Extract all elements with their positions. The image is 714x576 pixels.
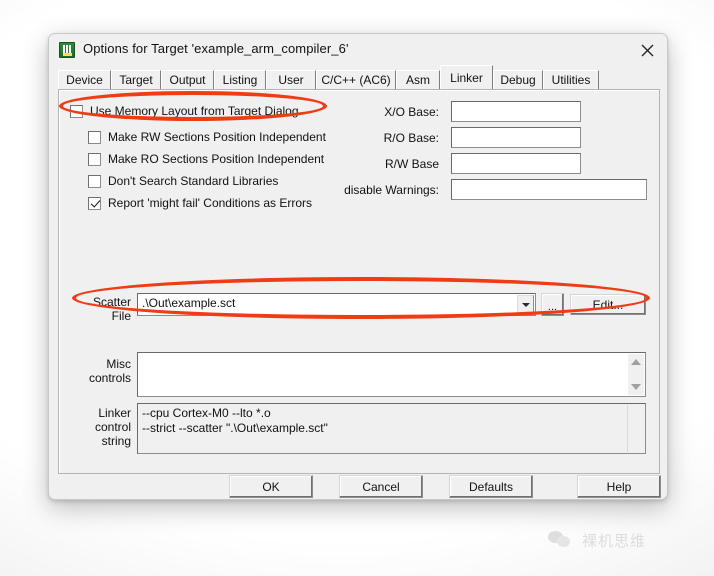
- label-ro-base: R/O Base:: [383, 131, 439, 145]
- linker-control-string-value: --cpu Cortex-M0 --lto *.o --strict --sca…: [142, 406, 328, 435]
- label-linker-control-string: Linker control string: [69, 406, 131, 448]
- label-xo-base: X/O Base:: [384, 105, 439, 119]
- checkbox-box[interactable]: [88, 196, 101, 210]
- checkbox-dont-search-standard-libraries[interactable]: Don't Search Standard Libraries: [88, 174, 278, 188]
- tab-label: Output: [169, 73, 206, 87]
- label-misc-controls-line2: controls: [88, 371, 131, 385]
- checkbox-make-ro-position-independent[interactable]: Make RO Sections Position Independent: [88, 152, 324, 166]
- scatter-file-browse-button[interactable]: ...: [541, 293, 564, 316]
- checkbox-use-memory-layout[interactable]: Use Memory Layout from Target Dialog: [70, 104, 299, 118]
- tab-label: C/C++ (AC6): [321, 73, 391, 87]
- tab-user[interactable]: User: [266, 70, 316, 89]
- scroll-down-icon[interactable]: [628, 379, 644, 395]
- tab-label: Device: [66, 73, 103, 87]
- tab-output[interactable]: Output: [161, 70, 214, 89]
- tab-listing[interactable]: Listing: [214, 70, 266, 89]
- label-misc-controls-line1: Misc: [106, 357, 131, 371]
- label-linker-control-string-line2: control: [94, 420, 131, 434]
- tab-debug[interactable]: Debug: [493, 70, 543, 89]
- cancel-button[interactable]: Cancel: [339, 475, 423, 498]
- tab-c-cpp-ac6[interactable]: C/C++ (AC6): [316, 70, 396, 89]
- label-scatter-file: Scatter File: [69, 295, 131, 323]
- title-bar: Options for Target 'example_arm_compiler…: [49, 34, 667, 66]
- scatter-file-value: .\Out\example.sct: [142, 296, 236, 310]
- checkbox-box[interactable]: [88, 174, 101, 188]
- tab-label: Listing: [222, 73, 258, 87]
- linker-control-string-scrollbar[interactable]: [627, 405, 644, 452]
- label-scatter-file-line1: Scatter: [92, 295, 131, 309]
- tab-label: Asm: [406, 73, 430, 87]
- label-scatter-file-line2: File: [111, 309, 131, 323]
- help-button[interactable]: Help: [577, 475, 661, 498]
- tab-device[interactable]: Device: [58, 70, 111, 89]
- ok-button[interactable]: OK: [229, 475, 313, 498]
- scroll-up-icon[interactable]: [628, 354, 644, 370]
- checkbox-label: Don't Search Standard Libraries: [108, 174, 279, 188]
- label-rw-base: R/W Base: [384, 157, 439, 171]
- screen: Options for Target 'example_arm_compiler…: [0, 0, 714, 576]
- tab-label: Target: [119, 73, 153, 87]
- ro-base-input[interactable]: [451, 127, 581, 148]
- window-title: Options for Target 'example_arm_compiler…: [83, 41, 349, 56]
- disable-warnings-input[interactable]: [451, 179, 647, 200]
- label-disable-warnings: disable Warnings:: [344, 183, 439, 197]
- checkbox-label: Use Memory Layout from Target Dialog: [90, 104, 299, 118]
- watermark: 裸机思维: [548, 530, 646, 551]
- chevron-down-icon[interactable]: [517, 295, 534, 314]
- checkbox-report-might-fail-as-errors[interactable]: Report 'might fail' Conditions as Errors: [88, 196, 312, 210]
- tab-strip: Device Target Output Listing User C/C++ …: [58, 65, 660, 89]
- checkbox-label: Make RO Sections Position Independent: [108, 152, 325, 166]
- checkbox-make-rw-position-independent[interactable]: Make RW Sections Position Independent: [88, 130, 326, 144]
- options-dialog: Options for Target 'example_arm_compiler…: [48, 33, 668, 500]
- tab-label: Utilities: [551, 73, 591, 87]
- tab-asm[interactable]: Asm: [396, 70, 440, 89]
- misc-controls-scrollbar[interactable]: [628, 354, 644, 395]
- scatter-file-edit-button[interactable]: Edit...: [570, 294, 646, 315]
- linker-tab-page: Use Memory Layout from Target Dialog Mak…: [58, 89, 660, 474]
- tab-label: Debug: [500, 73, 536, 87]
- checkbox-box[interactable]: [88, 152, 101, 166]
- watermark-text: 裸机思维: [582, 533, 647, 550]
- defaults-button[interactable]: Defaults: [449, 475, 533, 498]
- checkbox-label: Make RW Sections Position Independent: [108, 130, 326, 144]
- label-misc-controls: Misc controls: [69, 357, 131, 385]
- label-linker-control-string-line3: string: [101, 434, 131, 448]
- rw-base-input[interactable]: [451, 153, 581, 174]
- checkbox-label: Report 'might fail' Conditions as Errors: [108, 196, 312, 210]
- linker-control-string-output: --cpu Cortex-M0 --lto *.o --strict --sca…: [137, 403, 646, 454]
- tab-label: User: [278, 73, 304, 87]
- checkbox-box[interactable]: [88, 130, 101, 144]
- tab-label: Linker: [450, 70, 483, 85]
- keil-uvision-icon: [59, 42, 75, 58]
- checkbox-box[interactable]: [70, 104, 83, 118]
- xo-base-input[interactable]: [451, 101, 581, 122]
- label-linker-control-string-line1: Linker: [98, 406, 131, 420]
- tab-linker[interactable]: Linker: [440, 65, 493, 89]
- tab-utilities[interactable]: Utilities: [543, 70, 599, 89]
- close-icon[interactable]: [633, 38, 661, 62]
- misc-controls-input[interactable]: [137, 352, 646, 397]
- scatter-file-combobox[interactable]: .\Out\example.sct: [137, 293, 536, 316]
- wechat-icon: [548, 530, 574, 551]
- tab-target[interactable]: Target: [111, 70, 161, 89]
